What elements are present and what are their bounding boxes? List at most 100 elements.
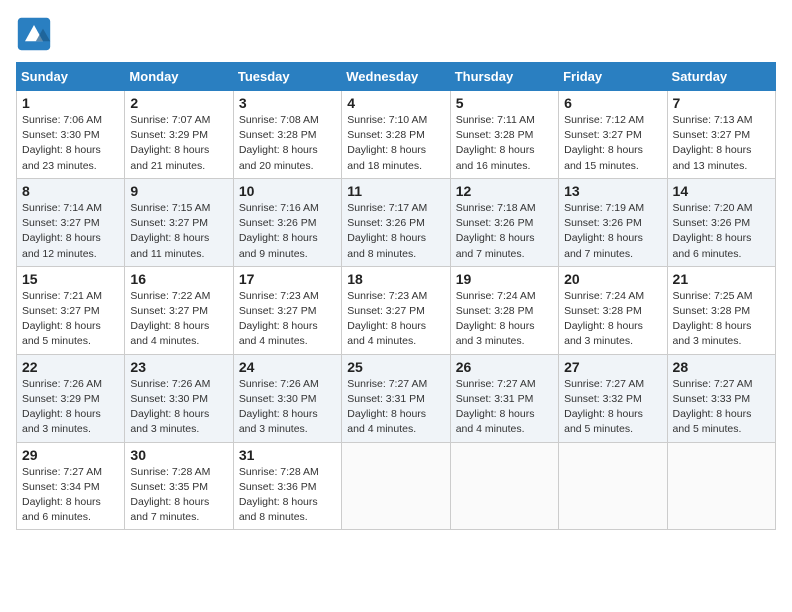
calendar-cell: 31Sunrise: 7:28 AMSunset: 3:36 PMDayligh… xyxy=(233,442,341,530)
day-number: 9 xyxy=(130,183,227,199)
day-info: Sunrise: 7:27 AMSunset: 3:32 PMDaylight:… xyxy=(564,377,661,438)
calendar-cell: 16 Sunrise: 7:22 AMSunset: 3:27 PMDayligh… xyxy=(125,266,233,354)
calendar-cell: 1 Sunrise: 7:06 AMSunset: 3:30 PMDaylight… xyxy=(17,91,125,179)
day-info: Sunrise: 7:27 AMSunset: 3:33 PMDaylight:… xyxy=(673,377,770,438)
day-number: 13 xyxy=(564,183,661,199)
calendar-cell xyxy=(450,442,558,530)
calendar-cell: 14Sunrise: 7:20 AMSunset: 3:26 PMDayligh… xyxy=(667,178,775,266)
weekday-header-row: SundayMondayTuesdayWednesdayThursdayFrid… xyxy=(17,63,776,91)
day-number: 6 xyxy=(564,95,661,111)
day-number: 4 xyxy=(347,95,444,111)
day-info: Sunrise: 7:18 AMSunset: 3:26 PMDaylight:… xyxy=(456,201,553,262)
calendar-body: 1 Sunrise: 7:06 AMSunset: 3:30 PMDaylight… xyxy=(17,91,776,530)
calendar-cell: 3 Sunrise: 7:08 AMSunset: 3:28 PMDaylight… xyxy=(233,91,341,179)
calendar-cell xyxy=(667,442,775,530)
day-info: Sunrise: 7:08 AMSunset: 3:28 PMDaylight:… xyxy=(239,113,336,174)
day-number: 12 xyxy=(456,183,553,199)
calendar-cell: 7 Sunrise: 7:13 AMSunset: 3:27 PMDaylight… xyxy=(667,91,775,179)
day-number: 15 xyxy=(22,271,119,287)
day-number: 11 xyxy=(347,183,444,199)
day-info: Sunrise: 7:07 AMSunset: 3:29 PMDaylight:… xyxy=(130,113,227,174)
calendar-cell: 12 Sunrise: 7:18 AMSunset: 3:26 PMDayligh… xyxy=(450,178,558,266)
day-number: 3 xyxy=(239,95,336,111)
day-info: Sunrise: 7:12 AMSunset: 3:27 PMDaylight:… xyxy=(564,113,661,174)
day-info: Sunrise: 7:28 AMSunset: 3:35 PMDaylight:… xyxy=(130,465,227,526)
calendar-cell: 22 Sunrise: 7:26 AMSunset: 3:29 PMDayligh… xyxy=(17,354,125,442)
day-number: 1 xyxy=(22,95,119,111)
calendar-cell: 18 Sunrise: 7:23 AMSunset: 3:27 PMDayligh… xyxy=(342,266,450,354)
weekday-tuesday: Tuesday xyxy=(233,63,341,91)
day-info: Sunrise: 7:23 AMSunset: 3:27 PMDaylight:… xyxy=(347,289,444,350)
calendar-week-1: 1 Sunrise: 7:06 AMSunset: 3:30 PMDaylight… xyxy=(17,91,776,179)
calendar-cell: 17 Sunrise: 7:23 AMSunset: 3:27 PMDayligh… xyxy=(233,266,341,354)
day-info: Sunrise: 7:16 AMSunset: 3:26 PMDaylight:… xyxy=(239,201,336,262)
day-number: 8 xyxy=(22,183,119,199)
calendar-cell: 15 Sunrise: 7:21 AMSunset: 3:27 PMDayligh… xyxy=(17,266,125,354)
day-info: Sunrise: 7:21 AMSunset: 3:27 PMDaylight:… xyxy=(22,289,119,350)
day-info: Sunrise: 7:22 AMSunset: 3:27 PMDaylight:… xyxy=(130,289,227,350)
calendar-cell: 29Sunrise: 7:27 AMSunset: 3:34 PMDayligh… xyxy=(17,442,125,530)
calendar-cell: 26 Sunrise: 7:27 AMSunset: 3:31 PMDayligh… xyxy=(450,354,558,442)
calendar-cell: 19 Sunrise: 7:24 AMSunset: 3:28 PMDayligh… xyxy=(450,266,558,354)
calendar-cell: 24 Sunrise: 7:26 AMSunset: 3:30 PMDayligh… xyxy=(233,354,341,442)
day-info: Sunrise: 7:14 AMSunset: 3:27 PMDaylight:… xyxy=(22,201,119,262)
day-info: Sunrise: 7:23 AMSunset: 3:27 PMDaylight:… xyxy=(239,289,336,350)
day-info: Sunrise: 7:26 AMSunset: 3:29 PMDaylight:… xyxy=(22,377,119,438)
day-info: Sunrise: 7:24 AMSunset: 3:28 PMDaylight:… xyxy=(456,289,553,350)
calendar-cell: 25 Sunrise: 7:27 AMSunset: 3:31 PMDayligh… xyxy=(342,354,450,442)
day-info: Sunrise: 7:13 AMSunset: 3:27 PMDaylight:… xyxy=(673,113,770,174)
day-info: Sunrise: 7:26 AMSunset: 3:30 PMDaylight:… xyxy=(130,377,227,438)
calendar-cell: 30 Sunrise: 7:28 AMSunset: 3:35 PMDayligh… xyxy=(125,442,233,530)
calendar-cell: 23 Sunrise: 7:26 AMSunset: 3:30 PMDayligh… xyxy=(125,354,233,442)
calendar-week-3: 15 Sunrise: 7:21 AMSunset: 3:27 PMDayligh… xyxy=(17,266,776,354)
calendar-week-5: 29Sunrise: 7:27 AMSunset: 3:34 PMDayligh… xyxy=(17,442,776,530)
day-info: Sunrise: 7:15 AMSunset: 3:27 PMDaylight:… xyxy=(130,201,227,262)
weekday-monday: Monday xyxy=(125,63,233,91)
weekday-wednesday: Wednesday xyxy=(342,63,450,91)
day-number: 22 xyxy=(22,359,119,375)
day-number: 16 xyxy=(130,271,227,287)
day-number: 23 xyxy=(130,359,227,375)
day-number: 2 xyxy=(130,95,227,111)
calendar-cell: 9 Sunrise: 7:15 AMSunset: 3:27 PMDaylight… xyxy=(125,178,233,266)
day-number: 14 xyxy=(673,183,770,199)
calendar-cell: 13 Sunrise: 7:19 AMSunset: 3:26 PMDayligh… xyxy=(559,178,667,266)
calendar-cell: 8 Sunrise: 7:14 AMSunset: 3:27 PMDaylight… xyxy=(17,178,125,266)
weekday-thursday: Thursday xyxy=(450,63,558,91)
calendar-cell: 5 Sunrise: 7:11 AMSunset: 3:28 PMDaylight… xyxy=(450,91,558,179)
day-number: 17 xyxy=(239,271,336,287)
day-number: 30 xyxy=(130,447,227,463)
weekday-friday: Friday xyxy=(559,63,667,91)
calendar-week-2: 8 Sunrise: 7:14 AMSunset: 3:27 PMDaylight… xyxy=(17,178,776,266)
logo-icon xyxy=(16,16,52,52)
calendar-cell: 28Sunrise: 7:27 AMSunset: 3:33 PMDayligh… xyxy=(667,354,775,442)
page-header xyxy=(16,16,776,52)
calendar-cell: 10Sunrise: 7:16 AMSunset: 3:26 PMDayligh… xyxy=(233,178,341,266)
calendar-cell xyxy=(342,442,450,530)
day-number: 27 xyxy=(564,359,661,375)
calendar-cell: 4 Sunrise: 7:10 AMSunset: 3:28 PMDaylight… xyxy=(342,91,450,179)
day-info: Sunrise: 7:27 AMSunset: 3:31 PMDaylight:… xyxy=(347,377,444,438)
calendar-cell: 2 Sunrise: 7:07 AMSunset: 3:29 PMDaylight… xyxy=(125,91,233,179)
day-number: 18 xyxy=(347,271,444,287)
day-number: 5 xyxy=(456,95,553,111)
day-number: 29 xyxy=(22,447,119,463)
day-info: Sunrise: 7:11 AMSunset: 3:28 PMDaylight:… xyxy=(456,113,553,174)
day-info: Sunrise: 7:19 AMSunset: 3:26 PMDaylight:… xyxy=(564,201,661,262)
day-info: Sunrise: 7:28 AMSunset: 3:36 PMDaylight:… xyxy=(239,465,336,526)
day-number: 19 xyxy=(456,271,553,287)
calendar-week-4: 22 Sunrise: 7:26 AMSunset: 3:29 PMDayligh… xyxy=(17,354,776,442)
day-number: 26 xyxy=(456,359,553,375)
day-info: Sunrise: 7:26 AMSunset: 3:30 PMDaylight:… xyxy=(239,377,336,438)
day-number: 25 xyxy=(347,359,444,375)
logo xyxy=(16,16,58,52)
calendar-cell: 6 Sunrise: 7:12 AMSunset: 3:27 PMDaylight… xyxy=(559,91,667,179)
day-number: 24 xyxy=(239,359,336,375)
calendar-cell: 11 Sunrise: 7:17 AMSunset: 3:26 PMDayligh… xyxy=(342,178,450,266)
day-info: Sunrise: 7:06 AMSunset: 3:30 PMDaylight:… xyxy=(22,113,119,174)
day-info: Sunrise: 7:10 AMSunset: 3:28 PMDaylight:… xyxy=(347,113,444,174)
calendar-cell: 21Sunrise: 7:25 AMSunset: 3:28 PMDayligh… xyxy=(667,266,775,354)
day-number: 7 xyxy=(673,95,770,111)
day-info: Sunrise: 7:17 AMSunset: 3:26 PMDaylight:… xyxy=(347,201,444,262)
day-info: Sunrise: 7:27 AMSunset: 3:31 PMDaylight:… xyxy=(456,377,553,438)
